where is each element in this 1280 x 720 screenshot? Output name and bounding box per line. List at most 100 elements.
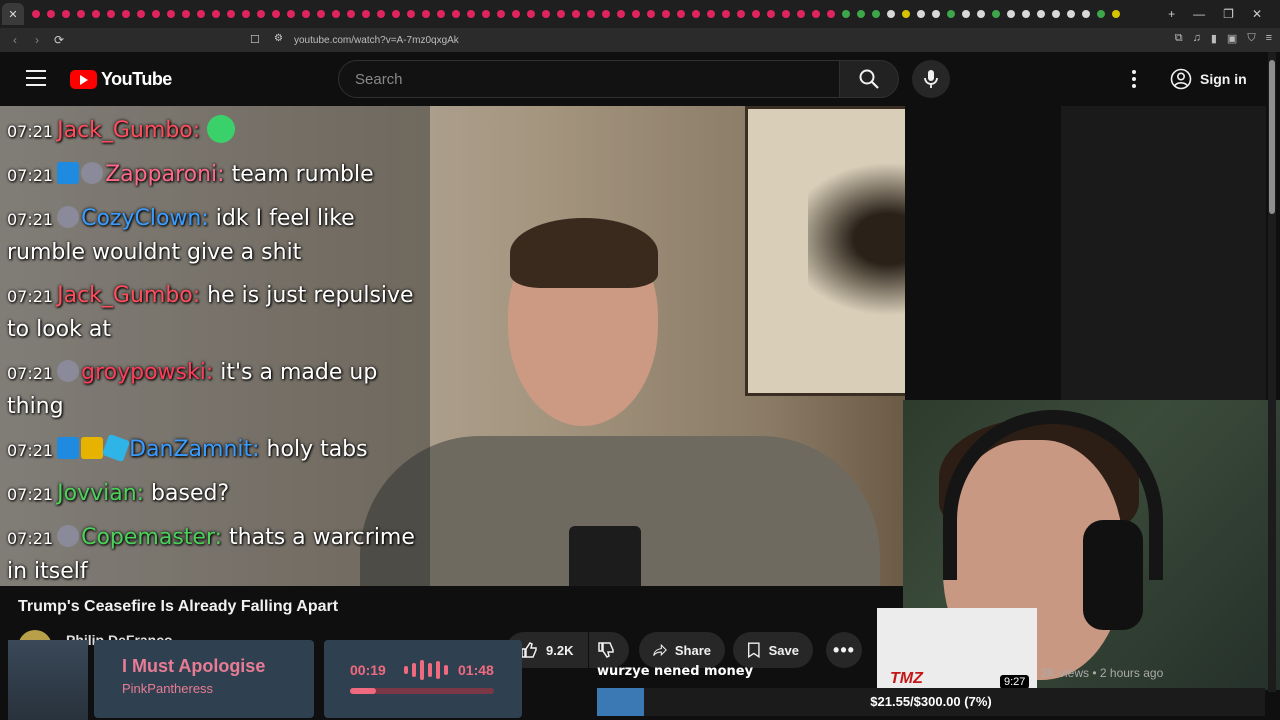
browser-tab-favicon[interactable]	[538, 7, 553, 22]
chat-username[interactable]: Jovvian	[57, 481, 137, 506]
site-info-icon[interactable]: ⚙	[274, 33, 283, 44]
browser-tab-favicon[interactable]	[523, 7, 538, 22]
browser-tab-favicon[interactable]	[658, 7, 673, 22]
browser-tab-favicon[interactable]	[553, 7, 568, 22]
browser-tab-favicon[interactable]	[718, 7, 733, 22]
browser-tab-favicon[interactable]	[643, 7, 658, 22]
close-window-button[interactable]: ✕	[1252, 7, 1262, 21]
sign-in-button[interactable]: Sign in	[1166, 64, 1259, 94]
chat-username[interactable]: groypowski	[81, 360, 206, 385]
shield-icon[interactable]: ⛉	[1247, 32, 1255, 45]
scrollbar-thumb[interactable]	[1269, 60, 1275, 214]
chat-username[interactable]: Jack_Gumbo	[57, 283, 193, 308]
browser-tab-favicon[interactable]	[208, 7, 223, 22]
browser-tab-favicon[interactable]	[418, 7, 433, 22]
browser-tab-favicon[interactable]	[343, 7, 358, 22]
browser-tab-favicon[interactable]	[133, 7, 148, 22]
browser-tab-favicon[interactable]	[1048, 7, 1063, 22]
chat-username[interactable]: Copemaster	[81, 525, 215, 550]
browser-tab-favicon[interactable]	[373, 7, 388, 22]
browser-tab-favicon[interactable]	[628, 7, 643, 22]
browser-tab-favicon[interactable]	[913, 7, 928, 22]
browser-tab-favicon[interactable]	[283, 7, 298, 22]
browser-tab-favicon[interactable]	[388, 7, 403, 22]
browser-tab-favicon[interactable]	[463, 7, 478, 22]
browser-tab-favicon[interactable]	[238, 7, 253, 22]
browser-tab-favicon[interactable]	[973, 7, 988, 22]
menu-icon[interactable]: ≡	[1266, 32, 1272, 45]
media-icon[interactable]: ♫	[1193, 32, 1201, 45]
voice-search-button[interactable]	[912, 60, 950, 98]
browser-tab-favicon[interactable]	[148, 7, 163, 22]
browser-tab-favicon[interactable]	[988, 7, 1003, 22]
browser-tab-favicon[interactable]	[223, 7, 238, 22]
browser-tab-favicon[interactable]	[73, 7, 88, 22]
browser-tab-favicon[interactable]	[733, 7, 748, 22]
browser-tab-favicon[interactable]	[583, 7, 598, 22]
browser-tab-favicon[interactable]	[358, 7, 373, 22]
chat-username[interactable]: CozyClown	[81, 206, 201, 231]
browser-tab-favicon[interactable]	[1033, 7, 1048, 22]
browser-tab-favicon[interactable]	[943, 7, 958, 22]
save-button[interactable]: Save	[733, 632, 813, 668]
browser-tab-favicon[interactable]	[88, 7, 103, 22]
browser-tab-favicon[interactable]	[478, 7, 493, 22]
browser-tab-favicon[interactable]	[448, 7, 463, 22]
browser-tab-favicon[interactable]	[808, 7, 823, 22]
page-scrollbar[interactable]	[1268, 52, 1276, 692]
browser-tab-favicon[interactable]	[838, 7, 853, 22]
reload-icon[interactable]: ⟳	[48, 33, 70, 47]
browser-tab-favicon[interactable]	[313, 7, 328, 22]
active-tab-close-icon[interactable]: ✕	[2, 3, 24, 25]
hamburger-menu-icon[interactable]	[26, 70, 46, 86]
forward-icon[interactable]: ›	[26, 33, 48, 47]
browser-tab-favicon[interactable]	[883, 7, 898, 22]
browser-tab-favicon[interactable]	[748, 7, 763, 22]
browser-tab-favicon[interactable]	[673, 7, 688, 22]
browser-tab-favicon[interactable]	[853, 7, 868, 22]
browser-tab-favicon[interactable]	[43, 7, 58, 22]
browser-tab-favicon[interactable]	[568, 7, 583, 22]
browser-tab-favicon[interactable]	[163, 7, 178, 22]
browser-tab-favicon[interactable]	[118, 7, 133, 22]
browser-tab-favicon[interactable]	[778, 7, 793, 22]
browser-tab-favicon[interactable]	[178, 7, 193, 22]
browser-tab-favicon[interactable]	[193, 7, 208, 22]
dislike-button[interactable]	[589, 632, 629, 668]
browser-tab-favicon[interactable]	[268, 7, 283, 22]
browser-tab-favicon[interactable]	[958, 7, 973, 22]
browser-tab-favicon[interactable]	[58, 7, 73, 22]
browser-tab-favicon[interactable]	[793, 7, 808, 22]
chat-username[interactable]: DanZamnit	[129, 437, 252, 462]
browser-tab-favicon[interactable]	[1078, 7, 1093, 22]
bookmark-icon[interactable]: ☐	[250, 33, 260, 46]
settings-kebab-icon[interactable]	[1126, 68, 1142, 90]
search-input[interactable]: Search	[338, 60, 840, 98]
browser-tab-favicon[interactable]	[298, 7, 313, 22]
url-field[interactable]: ☐ ⚙ youtube.com/watch?v=A-7mz0qxgAk	[246, 31, 992, 49]
browser-tab-favicon[interactable]	[508, 7, 523, 22]
chat-username[interactable]: Zapparoni	[105, 162, 217, 187]
browser-tab-favicon[interactable]	[493, 7, 508, 22]
browser-tab-favicon[interactable]	[898, 7, 913, 22]
browser-tab-favicon[interactable]	[868, 7, 883, 22]
browser-tab-favicon[interactable]	[823, 7, 838, 22]
more-actions-button[interactable]: •••	[826, 632, 862, 668]
share-button[interactable]: Share	[639, 632, 725, 668]
browser-tab-favicon[interactable]	[433, 7, 448, 22]
extensions-icon[interactable]: ⧉	[1175, 32, 1183, 45]
wallet-icon[interactable]: ▣	[1227, 32, 1237, 45]
search-button[interactable]	[839, 60, 899, 98]
browser-tab-favicon[interactable]	[403, 7, 418, 22]
browser-tab-favicon[interactable]	[928, 7, 943, 22]
browser-tab-favicon[interactable]	[1018, 7, 1033, 22]
youtube-logo[interactable]: YouTube	[70, 69, 172, 90]
new-tab-button[interactable]: +	[1168, 7, 1175, 21]
browser-tab-favicon[interactable]	[1093, 7, 1108, 22]
browser-tab-favicon[interactable]	[1063, 7, 1078, 22]
sidebar-icon[interactable]: ▮	[1211, 32, 1217, 45]
minimize-button[interactable]: —	[1193, 7, 1205, 21]
browser-tab-favicon[interactable]	[688, 7, 703, 22]
browser-tab-favicon[interactable]	[328, 7, 343, 22]
back-icon[interactable]: ‹	[4, 33, 26, 47]
